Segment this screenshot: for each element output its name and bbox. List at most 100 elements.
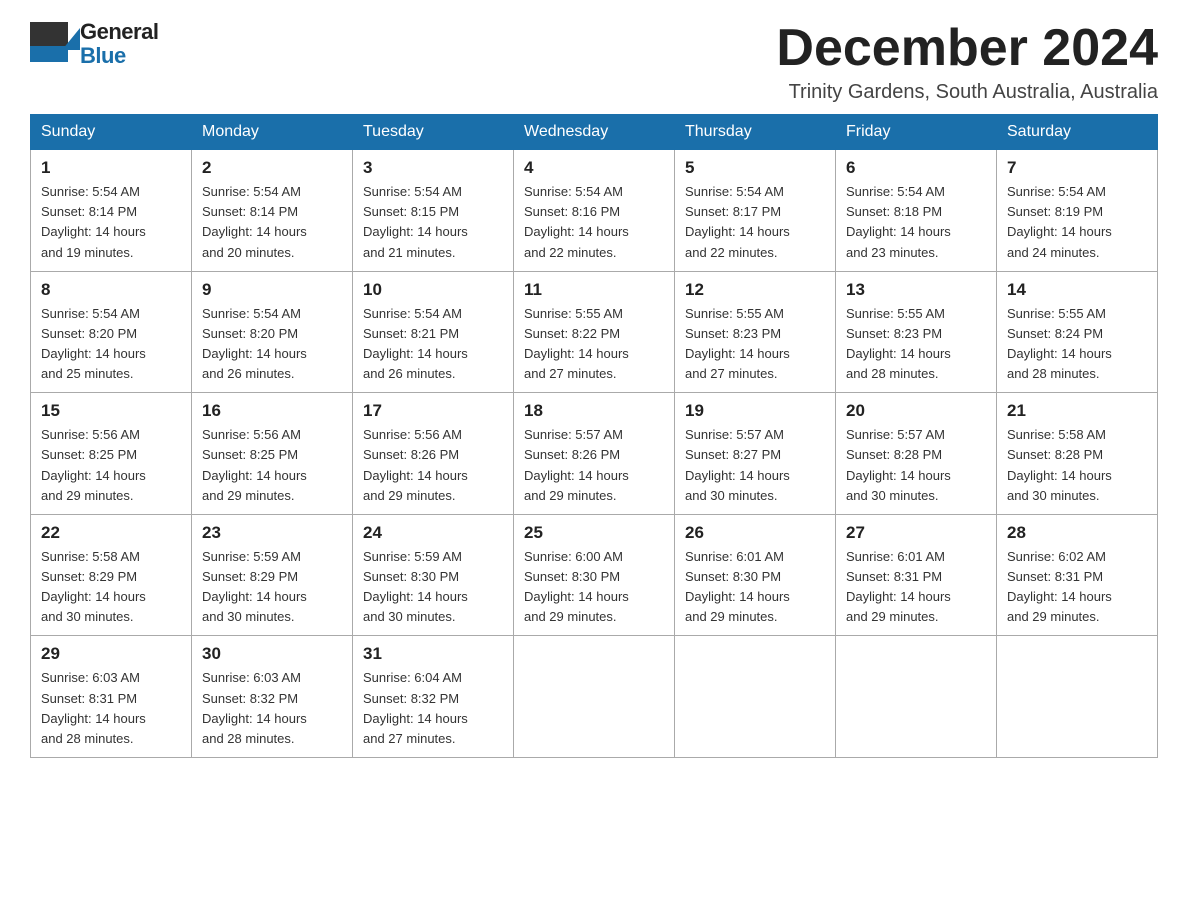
- logo: General Blue: [30, 20, 158, 68]
- calendar-cell: 11Sunrise: 5:55 AMSunset: 8:22 PMDayligh…: [514, 271, 675, 393]
- calendar-cell: 25Sunrise: 6:00 AMSunset: 8:30 PMDayligh…: [514, 514, 675, 636]
- calendar-week-row: 29 Sunrise: 6:03 AMSunset: 8:31 PMDayligh…: [31, 636, 1158, 758]
- day-info: Sunrise: 6:01 AMSunset: 8:31 PMDaylight:…: [846, 547, 986, 628]
- day-info: Sunrise: 5:56 AMSunset: 8:25 PMDaylight:…: [41, 425, 181, 506]
- calendar-table: SundayMondayTuesdayWednesdayThursdayFrid…: [30, 114, 1158, 758]
- day-info: Sunrise: 6:03 AMSunset: 8:32 PMDaylight:…: [202, 668, 342, 749]
- day-info: Sunrise: 5:54 AMSunset: 8:20 PMDaylight:…: [41, 304, 181, 385]
- calendar-cell: 30Sunrise: 6:03 AMSunset: 8:32 PMDayligh…: [192, 636, 353, 758]
- calendar-cell: 19Sunrise: 5:57 AMSunset: 8:27 PMDayligh…: [675, 393, 836, 515]
- day-info: Sunrise: 5:54 AMSunset: 8:19 PMDaylight:…: [1007, 182, 1147, 263]
- day-info: Sunrise: 5:56 AMSunset: 8:26 PMDaylight:…: [363, 425, 503, 506]
- calendar-cell: 15 Sunrise: 5:56 AMSunset: 8:25 PMDayligh…: [31, 393, 192, 515]
- day-info: Sunrise: 5:55 AMSunset: 8:22 PMDaylight:…: [524, 304, 664, 385]
- calendar-cell: 7 Sunrise: 5:54 AMSunset: 8:19 PMDaylight…: [997, 150, 1158, 272]
- day-number: 23: [202, 523, 342, 543]
- calendar-cell: 5Sunrise: 5:54 AMSunset: 8:17 PMDaylight…: [675, 150, 836, 272]
- logo-line1: General: [80, 20, 158, 44]
- calendar-cell: 21 Sunrise: 5:58 AMSunset: 8:28 PMDayligh…: [997, 393, 1158, 515]
- day-info: Sunrise: 5:57 AMSunset: 8:26 PMDaylight:…: [524, 425, 664, 506]
- calendar-cell: 24Sunrise: 5:59 AMSunset: 8:30 PMDayligh…: [353, 514, 514, 636]
- day-number: 18: [524, 401, 664, 421]
- day-number: 17: [363, 401, 503, 421]
- calendar-cell: 12 Sunrise: 5:55 AMSunset: 8:23 PMDayligh…: [675, 271, 836, 393]
- day-info: Sunrise: 6:04 AMSunset: 8:32 PMDaylight:…: [363, 668, 503, 749]
- day-info: Sunrise: 5:57 AMSunset: 8:28 PMDaylight:…: [846, 425, 986, 506]
- calendar-cell: 10 Sunrise: 5:54 AMSunset: 8:21 PMDayligh…: [353, 271, 514, 393]
- calendar-cell: [836, 636, 997, 758]
- day-number: 21: [1007, 401, 1147, 421]
- day-number: 15: [41, 401, 181, 421]
- calendar-cell: 27 Sunrise: 6:01 AMSunset: 8:31 PMDayligh…: [836, 514, 997, 636]
- day-number: 7: [1007, 158, 1147, 178]
- weekday-header-sunday: Sunday: [31, 115, 192, 150]
- weekday-header-row: SundayMondayTuesdayWednesdayThursdayFrid…: [31, 115, 1158, 150]
- calendar-cell: 22 Sunrise: 5:58 AMSunset: 8:29 PMDayligh…: [31, 514, 192, 636]
- day-info: Sunrise: 5:55 AMSunset: 8:24 PMDaylight:…: [1007, 304, 1147, 385]
- month-title: December 2024: [776, 20, 1158, 77]
- calendar-cell: 9Sunrise: 5:54 AMSunset: 8:20 PMDaylight…: [192, 271, 353, 393]
- calendar-cell: 2 Sunrise: 5:54 AMSunset: 8:14 PMDaylight…: [192, 150, 353, 272]
- calendar-cell: [514, 636, 675, 758]
- day-number: 2: [202, 158, 342, 178]
- logo-icon: [30, 22, 74, 66]
- calendar-cell: 28Sunrise: 6:02 AMSunset: 8:31 PMDayligh…: [997, 514, 1158, 636]
- calendar-cell: 1 Sunrise: 5:54 AMSunset: 8:14 PMDaylight…: [31, 150, 192, 272]
- day-number: 27: [846, 523, 986, 543]
- calendar-cell: [997, 636, 1158, 758]
- calendar-week-row: 1 Sunrise: 5:54 AMSunset: 8:14 PMDaylight…: [31, 150, 1158, 272]
- day-number: 22: [41, 523, 181, 543]
- day-info: Sunrise: 5:58 AMSunset: 8:28 PMDaylight:…: [1007, 425, 1147, 506]
- calendar-cell: 29 Sunrise: 6:03 AMSunset: 8:31 PMDayligh…: [31, 636, 192, 758]
- calendar-cell: 3Sunrise: 5:54 AMSunset: 8:15 PMDaylight…: [353, 150, 514, 272]
- day-info: Sunrise: 5:54 AMSunset: 8:14 PMDaylight:…: [41, 182, 181, 263]
- weekday-header-friday: Friday: [836, 115, 997, 150]
- day-info: Sunrise: 5:54 AMSunset: 8:16 PMDaylight:…: [524, 182, 664, 263]
- calendar-week-row: 22 Sunrise: 5:58 AMSunset: 8:29 PMDayligh…: [31, 514, 1158, 636]
- day-info: Sunrise: 5:54 AMSunset: 8:18 PMDaylight:…: [846, 182, 986, 263]
- day-number: 5: [685, 158, 825, 178]
- day-info: Sunrise: 6:03 AMSunset: 8:31 PMDaylight:…: [41, 668, 181, 749]
- day-info: Sunrise: 5:59 AMSunset: 8:30 PMDaylight:…: [363, 547, 503, 628]
- day-number: 29: [41, 644, 181, 664]
- calendar-cell: 13Sunrise: 5:55 AMSunset: 8:23 PMDayligh…: [836, 271, 997, 393]
- day-number: 12: [685, 280, 825, 300]
- day-number: 8: [41, 280, 181, 300]
- day-info: Sunrise: 5:57 AMSunset: 8:27 PMDaylight:…: [685, 425, 825, 506]
- logo-line2: Blue: [80, 44, 158, 68]
- day-number: 6: [846, 158, 986, 178]
- logo-text: General Blue: [80, 20, 158, 68]
- day-info: Sunrise: 6:01 AMSunset: 8:30 PMDaylight:…: [685, 547, 825, 628]
- day-info: Sunrise: 5:54 AMSunset: 8:14 PMDaylight:…: [202, 182, 342, 263]
- day-info: Sunrise: 6:02 AMSunset: 8:31 PMDaylight:…: [1007, 547, 1147, 628]
- day-number: 1: [41, 158, 181, 178]
- day-number: 31: [363, 644, 503, 664]
- day-info: Sunrise: 5:59 AMSunset: 8:29 PMDaylight:…: [202, 547, 342, 628]
- page-header: General Blue December 2024 Trinity Garde…: [30, 20, 1158, 104]
- calendar-cell: 4 Sunrise: 5:54 AMSunset: 8:16 PMDaylight…: [514, 150, 675, 272]
- calendar-cell: 6 Sunrise: 5:54 AMSunset: 8:18 PMDaylight…: [836, 150, 997, 272]
- calendar-cell: 31 Sunrise: 6:04 AMSunset: 8:32 PMDayligh…: [353, 636, 514, 758]
- day-number: 10: [363, 280, 503, 300]
- day-number: 14: [1007, 280, 1147, 300]
- day-info: Sunrise: 5:54 AMSunset: 8:15 PMDaylight:…: [363, 182, 503, 263]
- day-number: 4: [524, 158, 664, 178]
- calendar-cell: 18 Sunrise: 5:57 AMSunset: 8:26 PMDayligh…: [514, 393, 675, 515]
- day-info: Sunrise: 5:54 AMSunset: 8:21 PMDaylight:…: [363, 304, 503, 385]
- calendar-week-row: 8 Sunrise: 5:54 AMSunset: 8:20 PMDaylight…: [31, 271, 1158, 393]
- location-title: Trinity Gardens, South Australia, Austra…: [776, 81, 1158, 104]
- day-info: Sunrise: 5:55 AMSunset: 8:23 PMDaylight:…: [846, 304, 986, 385]
- calendar-cell: 8 Sunrise: 5:54 AMSunset: 8:20 PMDaylight…: [31, 271, 192, 393]
- calendar-cell: 23 Sunrise: 5:59 AMSunset: 8:29 PMDayligh…: [192, 514, 353, 636]
- day-info: Sunrise: 5:58 AMSunset: 8:29 PMDaylight:…: [41, 547, 181, 628]
- calendar-cell: [675, 636, 836, 758]
- calendar-cell: 17 Sunrise: 5:56 AMSunset: 8:26 PMDayligh…: [353, 393, 514, 515]
- calendar-cell: 16Sunrise: 5:56 AMSunset: 8:25 PMDayligh…: [192, 393, 353, 515]
- weekday-header-wednesday: Wednesday: [514, 115, 675, 150]
- day-info: Sunrise: 5:56 AMSunset: 8:25 PMDaylight:…: [202, 425, 342, 506]
- day-info: Sunrise: 5:55 AMSunset: 8:23 PMDaylight:…: [685, 304, 825, 385]
- weekday-header-tuesday: Tuesday: [353, 115, 514, 150]
- weekday-header-thursday: Thursday: [675, 115, 836, 150]
- title-area: December 2024 Trinity Gardens, South Aus…: [776, 20, 1158, 104]
- calendar-cell: 20Sunrise: 5:57 AMSunset: 8:28 PMDayligh…: [836, 393, 997, 515]
